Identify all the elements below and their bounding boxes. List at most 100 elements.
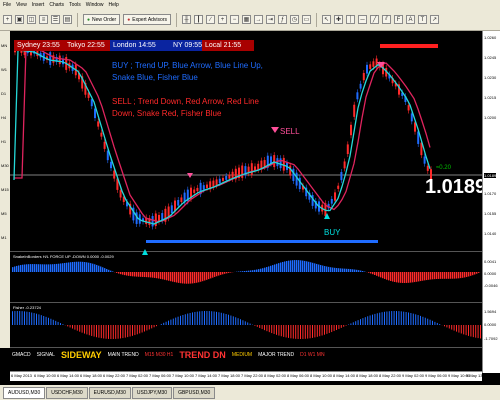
line-chart-icon[interactable]: ∕ bbox=[206, 15, 215, 24]
toolbar-divider bbox=[176, 12, 177, 27]
menu-bar: File View Insert Charts Tools Window Hel… bbox=[0, 0, 500, 9]
price-tick: 1.0260 bbox=[484, 35, 497, 40]
tab-usdjpy[interactable]: USDJPY,M30 bbox=[131, 386, 173, 399]
time-tick: 7 May 02:00 bbox=[126, 373, 149, 378]
chart-shift-icon[interactable]: ⇥ bbox=[266, 15, 275, 24]
price-axis[interactable]: 1.0260 1.0245 1.0230 1.0215 1.0200 1.018… bbox=[482, 31, 500, 373]
text-icon[interactable]: A bbox=[406, 15, 415, 24]
templates-icon[interactable]: ▭ bbox=[302, 15, 311, 24]
price-tick: 1.0155 bbox=[484, 211, 497, 216]
price-tick: 1.0140 bbox=[484, 231, 497, 236]
tab-usdchf[interactable]: USDCHF,M30 bbox=[46, 386, 88, 399]
expert-advisors-button[interactable]: ● Expert Advisors bbox=[123, 14, 171, 25]
time-tick: 7 May 22:00 bbox=[241, 373, 264, 378]
major-trend-label: MAJOR TREND bbox=[258, 352, 295, 358]
current-price-display: 1.0189 bbox=[425, 176, 487, 198]
time-tick: 8 May 22:00 bbox=[379, 373, 402, 378]
main-trend-label: MAIN TREND bbox=[107, 352, 139, 358]
timeframe-m30[interactable]: M30 bbox=[1, 163, 9, 168]
toolbar-divider bbox=[77, 12, 78, 27]
menu-tools[interactable]: Tools bbox=[69, 2, 81, 8]
timeframe-h4[interactable]: H4 bbox=[1, 115, 6, 120]
fisher-axis-tick: 0.0000 bbox=[484, 322, 497, 327]
time-axis: 6 May 2013 6 May 10:00 6 May 14:00 6 May… bbox=[10, 371, 488, 381]
channel-icon[interactable]: ⫽ bbox=[382, 15, 391, 24]
timeframe-m5[interactable]: M5 bbox=[1, 211, 7, 216]
timeframe-w1[interactable]: W1 bbox=[1, 67, 7, 72]
candlestick-icon[interactable]: ┃ bbox=[194, 15, 203, 24]
timeframe-m1[interactable]: M1 bbox=[1, 235, 7, 240]
bar-chart-icon[interactable]: ╫ bbox=[182, 15, 191, 24]
time-tick: 8 May 06:00 bbox=[287, 373, 310, 378]
profiles-icon[interactable]: ▣ bbox=[15, 15, 24, 24]
tab-gbpusd[interactable]: GBPUSD,M30 bbox=[173, 386, 216, 399]
zoom-in-icon[interactable]: + bbox=[218, 15, 227, 24]
fibonacci-icon[interactable]: F bbox=[394, 15, 403, 24]
medium-label: MEDIUM bbox=[231, 352, 253, 358]
gmacd-panel: GMACD SIGNAL SIDEWAY MAIN TREND M15 M30 … bbox=[0, 348, 482, 362]
zoom-out-icon[interactable]: − bbox=[230, 15, 239, 24]
tab-eurusd[interactable]: EURUSD,M30 bbox=[88, 386, 131, 399]
menu-file[interactable]: File bbox=[3, 2, 11, 8]
time-tick: 7 May 14:00 bbox=[195, 373, 218, 378]
timeframe-bar: MN W1 D1 H4 H1 M30 M15 M5 M1 bbox=[0, 31, 10, 361]
arrow-icon[interactable]: ↗ bbox=[430, 15, 439, 24]
clock-london: London 14:55 bbox=[110, 40, 170, 51]
menu-help[interactable]: Help bbox=[109, 2, 119, 8]
tile-icon[interactable]: ▦ bbox=[242, 15, 251, 24]
fisher-indicator-title: Fisher -0.23724 bbox=[13, 305, 42, 310]
trendline-icon[interactable]: ╱ bbox=[370, 15, 379, 24]
timeframe-h1[interactable]: H1 bbox=[1, 139, 6, 144]
time-tick: 6 May 2013 bbox=[11, 373, 32, 378]
label-icon[interactable]: T bbox=[418, 15, 427, 24]
price-tick: 1.0230 bbox=[484, 75, 497, 80]
time-tick: 9 May 02:00 bbox=[402, 373, 425, 378]
sideway-label: SIDEWAY bbox=[60, 350, 102, 360]
menu-window[interactable]: Window bbox=[86, 2, 104, 8]
trend-dn-label: TREND DN bbox=[179, 350, 226, 360]
data-window-icon[interactable]: ≡ bbox=[39, 15, 48, 24]
time-tick: 6 May 22:00 bbox=[103, 373, 126, 378]
time-tick: 8 May 14:00 bbox=[333, 373, 356, 378]
crosshair-icon[interactable]: ✚ bbox=[334, 15, 343, 24]
navigator-icon[interactable]: ☰ bbox=[51, 15, 60, 24]
autoscroll-icon[interactable]: → bbox=[254, 15, 263, 24]
cursor-icon[interactable]: ↖ bbox=[322, 15, 331, 24]
time-tick: 8 May 10:00 bbox=[310, 373, 333, 378]
time-tick: 9 May 06:00 bbox=[425, 373, 448, 378]
toolbar: + ▣ ◫ ≡ ☰ ▤ ● New Order ● Expert Advisors … bbox=[0, 9, 500, 31]
price-tick: 1.0215 bbox=[484, 95, 497, 100]
vertical-line-icon[interactable]: │ bbox=[346, 15, 355, 24]
periods-icon[interactable]: ◷ bbox=[290, 15, 299, 24]
indicators-icon[interactable]: ƒ bbox=[278, 15, 287, 24]
clock-tokyo: Tokyo 22:55 bbox=[64, 40, 110, 51]
market-watch-icon[interactable]: ◫ bbox=[27, 15, 36, 24]
time-tick: 6 May 14:00 bbox=[57, 373, 80, 378]
toolbar-divider bbox=[316, 12, 317, 27]
signal-label: SIGNAL bbox=[36, 352, 55, 358]
snake-axis-tick: 0.0041 bbox=[484, 259, 497, 264]
price-change-label: ≈0.20 bbox=[436, 165, 451, 171]
time-tick: 6 May 18:00 bbox=[80, 373, 103, 378]
menu-view[interactable]: View bbox=[16, 2, 27, 8]
menu-insert[interactable]: Insert bbox=[32, 2, 45, 8]
time-tick: 9 May 13:00 bbox=[466, 373, 489, 378]
time-tick: 6 May 10:00 bbox=[34, 373, 57, 378]
timeframe-m15[interactable]: M15 bbox=[1, 187, 9, 192]
snake-axis-tick: 0.0000 bbox=[484, 271, 497, 276]
new-chart-icon[interactable]: + bbox=[3, 15, 12, 24]
menu-charts[interactable]: Charts bbox=[49, 2, 64, 8]
terminal-icon[interactable]: ▤ bbox=[63, 15, 72, 24]
snake-indicator-title: SnakeInBorders H/L FORCE UP -DOWN 0.0000… bbox=[13, 254, 114, 259]
new-order-icon: ● bbox=[87, 16, 91, 23]
new-order-button[interactable]: ● New Order bbox=[83, 14, 121, 25]
tab-audusd[interactable]: AUDUSD,M30 bbox=[3, 386, 46, 399]
timeframe-d1[interactable]: D1 bbox=[1, 91, 6, 96]
price-tick: 1.0200 bbox=[484, 115, 497, 120]
expert-advisors-label: Expert Advisors bbox=[132, 16, 167, 23]
snake-axis-tick: -0.0046 bbox=[484, 283, 498, 288]
horizontal-line-icon[interactable]: ─ bbox=[358, 15, 367, 24]
timeframe-mn[interactable]: MN bbox=[1, 43, 7, 48]
gmacd-label: GMACD bbox=[12, 352, 31, 358]
price-tick: 1.0245 bbox=[484, 55, 497, 60]
